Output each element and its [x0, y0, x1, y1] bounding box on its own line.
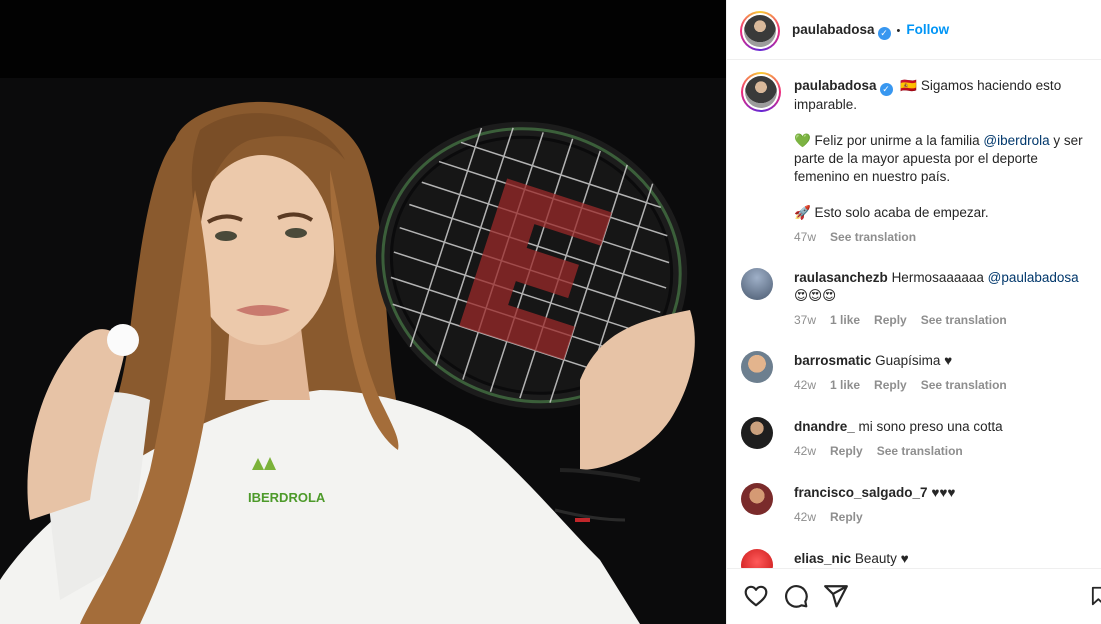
comments-list[interactable]: paulabadosa ✓ 🇪🇸 Sigamos haciendo esto im… [727, 61, 1101, 568]
post-photo[interactable]: IBERDROLA [0, 0, 726, 624]
comment-text: ♥♥♥ [931, 485, 956, 500]
share-icon[interactable] [823, 583, 849, 609]
see-translation-link[interactable]: See translation [877, 444, 963, 458]
comment-text: Hermosaaaaaa [891, 270, 988, 285]
comment-time[interactable]: 42w [794, 510, 816, 524]
verified-badge-icon: ✓ [877, 27, 891, 40]
post-header: paulabadosa ✓ • Follow [727, 0, 1101, 60]
see-translation-link[interactable]: See translation [921, 378, 1007, 392]
heart-icon[interactable] [743, 583, 769, 609]
comment-username[interactable]: francisco_salgado_7 [794, 485, 928, 500]
comment-text: mi sono preso una cotta [858, 419, 1003, 434]
caption-line-2a: 💚 Feliz por unirme a la familia [794, 133, 984, 148]
commenter-avatar[interactable] [741, 268, 773, 300]
comment-text: Beauty ♥ [854, 551, 909, 566]
caption-line-3: 🚀 Esto solo acaba de empezar. [794, 205, 989, 220]
author-username[interactable]: paulabadosa [792, 22, 875, 37]
comment-text-end: 😍😍😍 [794, 288, 837, 303]
comment-username[interactable]: barrosmatic [794, 353, 871, 368]
see-translation-link[interactable]: See translation [830, 230, 916, 244]
caption-time[interactable]: 47w [794, 230, 816, 244]
comment-username[interactable]: elias_nic [794, 551, 851, 566]
follow-button[interactable]: Follow [906, 22, 949, 37]
reply-button[interactable]: Reply [830, 444, 863, 458]
comment-icon[interactable] [783, 583, 809, 609]
photo-illustration: IBERDROLA [0, 101, 695, 624]
comment-username[interactable]: dnandre_ [794, 419, 855, 434]
reply-button[interactable]: Reply [830, 510, 863, 524]
commenter-avatar[interactable] [741, 417, 773, 449]
verified-badge-icon: ✓ [879, 83, 893, 96]
comment-username[interactable]: raulasanchezb [794, 270, 888, 285]
action-bar [727, 568, 1101, 624]
comment-likes[interactable]: 1 like [830, 378, 860, 392]
commenter-avatar[interactable] [741, 549, 773, 568]
caption-mention[interactable]: @iberdrola [983, 133, 1049, 148]
see-translation-link[interactable]: See translation [921, 313, 1007, 327]
separator-dot: • [896, 25, 901, 37]
post-side-panel: paulabadosa ✓ • Follow paulabadosa ✓ 🇪🇸 Siga… [726, 0, 1101, 624]
reply-button[interactable]: Reply [874, 313, 907, 327]
commenter-avatar[interactable] [741, 483, 773, 515]
reply-button[interactable]: Reply [874, 378, 907, 392]
bookmark-icon[interactable] [1091, 583, 1101, 609]
comment-mention[interactable]: @paulabadosa [988, 270, 1079, 285]
brand-logo-text: IBERDROLA [248, 490, 326, 505]
author-avatar[interactable] [740, 11, 780, 51]
commenter-avatar[interactable] [741, 351, 773, 383]
comment-time[interactable]: 37w [794, 313, 816, 327]
caption-username[interactable]: paulabadosa [794, 78, 877, 93]
comment-time[interactable]: 42w [794, 444, 816, 458]
comment-time[interactable]: 42w [794, 378, 816, 392]
comment-text: Guapísima ♥ [875, 353, 953, 368]
caption-avatar[interactable] [741, 72, 781, 112]
comment-likes[interactable]: 1 like [830, 313, 860, 327]
